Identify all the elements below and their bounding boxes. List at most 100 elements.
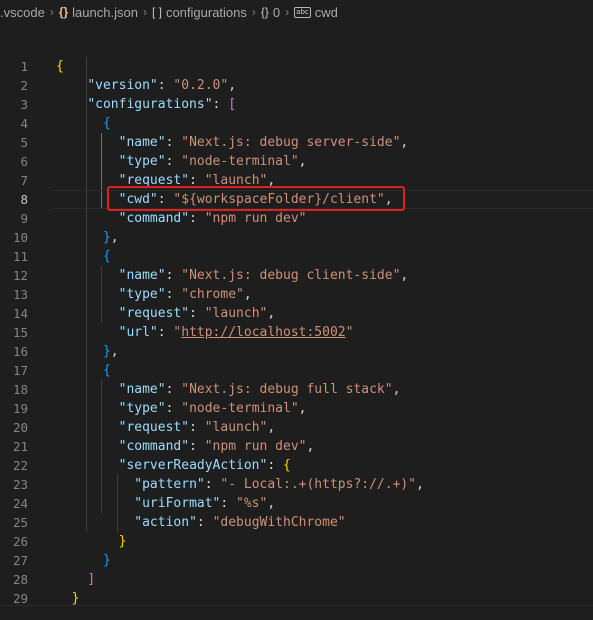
code-text: }, [56, 342, 119, 361]
code-token: "%s" [236, 496, 268, 511]
breadcrumb-array[interactable]: [ ] configurations [152, 5, 247, 20]
code-line[interactable]: 13 "type": "chrome", [0, 285, 593, 304]
line-number: 16 [12, 344, 28, 359]
code-line[interactable]: 28 ] [0, 570, 593, 589]
code-line[interactable]: 26 } [0, 532, 593, 551]
breadcrumb-folder-label: .vscode [0, 4, 45, 20]
code-token: { [56, 59, 64, 74]
breadcrumb-folder[interactable]: .vscode [0, 5, 45, 20]
array-icon: [ ] [151, 5, 162, 19]
code-line[interactable]: 20 "request": "launch", [0, 418, 593, 437]
code-text: { [56, 57, 64, 76]
code-token: , [110, 344, 119, 359]
code-line[interactable]: 11 { [0, 247, 593, 266]
breadcrumb-object[interactable]: {} 0 [261, 5, 280, 20]
code-line[interactable]: 25 "action": "debugWithChrome" [0, 513, 593, 532]
code-text: "version": "0.2.0", [56, 76, 236, 95]
code-line[interactable]: 17 { [0, 361, 593, 380]
code-text: "command": "npm run dev" [56, 209, 307, 228]
line-number: 14 [12, 306, 28, 321]
breadcrumb-property[interactable]: abc cwd [294, 5, 338, 20]
code-token: , [110, 230, 119, 245]
line-number: 7 [20, 173, 28, 188]
code-token: : [189, 439, 205, 454]
code-token: : [165, 135, 182, 150]
line-number: 18 [12, 382, 28, 397]
code-token: , [298, 401, 307, 416]
code-token: , [400, 268, 409, 283]
code-line[interactable]: 6 "type": "node-terminal", [0, 152, 593, 171]
code-token: "type" [118, 401, 166, 416]
code-text: "action": "debugWithChrome" [56, 513, 345, 532]
line-number: 9 [20, 211, 28, 226]
line-number: 8 [20, 192, 28, 207]
code-line[interactable]: 27 } [0, 551, 593, 570]
code-token: , [400, 135, 409, 150]
code-text: { [56, 247, 111, 266]
code-token: "request" [118, 420, 190, 435]
code-line[interactable]: 12 "name": "Next.js: debug client-side", [0, 266, 593, 285]
code-token: "node-terminal" [181, 401, 299, 416]
code-token: "uriFormat" [134, 496, 221, 511]
line-number: 22 [12, 458, 28, 473]
code-token: "pattern" [134, 477, 205, 492]
code-token: { [283, 458, 291, 473]
highlight-annotation [107, 186, 405, 211]
code-line[interactable]: 24 "uriFormat": "%s", [0, 494, 593, 513]
code-token: "Next.js: debug full stack" [181, 382, 393, 397]
breadcrumb-file-label: launch.json [72, 4, 138, 20]
code-text: "name": "Next.js: debug server-side", [56, 133, 409, 152]
code-text: "serverReadyAction": { [56, 456, 291, 475]
code-line[interactable]: 4 { [0, 114, 593, 133]
code-line[interactable]: 5 "name": "Next.js: debug server-side", [0, 133, 593, 152]
line-number: 5 [20, 135, 28, 150]
code-line[interactable]: 9 "command": "npm run dev" [0, 209, 593, 228]
code-token: : [165, 287, 182, 302]
code-line[interactable]: 16 }, [0, 342, 593, 361]
code-line[interactable]: 1{ [0, 57, 593, 76]
code-token: , [306, 439, 315, 454]
object-icon: {} [260, 5, 269, 19]
chevron-right-icon: › [251, 5, 256, 19]
code-line[interactable]: 14 "request": "launch", [0, 304, 593, 323]
code-token: "configurations" [87, 97, 213, 112]
code-token: : [204, 477, 221, 492]
code-line[interactable]: 3 "configurations": [ [0, 95, 593, 114]
code-line[interactable]: 21 "command": "npm run dev", [0, 437, 593, 456]
chevron-right-icon: › [49, 5, 54, 19]
chevron-right-icon: › [142, 5, 147, 19]
code-token: [ [228, 97, 237, 112]
code-line[interactable]: 22 "serverReadyAction": { [0, 456, 593, 475]
code-token: "command" [118, 439, 190, 454]
code-line[interactable]: 15 "url": "http://localhost:5002" [0, 323, 593, 342]
code-token: : [189, 211, 205, 226]
code-line[interactable]: 23 "pattern": "- Local:.+(https?://.+)", [0, 475, 593, 494]
code-token: : [157, 78, 174, 93]
breadcrumb-file[interactable]: {} launch.json [59, 5, 138, 20]
code-line[interactable]: 19 "type": "node-terminal", [0, 399, 593, 418]
code-token: } [118, 534, 127, 549]
code-token: "npm run dev" [204, 211, 307, 226]
code-token: { [102, 363, 111, 378]
code-token: , [392, 382, 401, 397]
breadcrumb-object-label: 0 [272, 4, 281, 20]
code-token: : [212, 97, 229, 112]
code-line[interactable]: 10 }, [0, 228, 593, 247]
breadcrumb-array-label: configurations [165, 4, 247, 20]
code-text: "name": "Next.js: debug full stack", [56, 380, 401, 399]
code-line[interactable]: 2 "version": "0.2.0", [0, 76, 593, 95]
code-editor[interactable]: 1{2 "version": "0.2.0", 3 "configurations… [0, 57, 593, 608]
string-property-icon: abc [294, 6, 311, 18]
line-number: 11 [12, 249, 28, 264]
code-token: : [220, 496, 237, 511]
code-line[interactable]: 18 "name": "Next.js: debug full stack", [0, 380, 593, 399]
